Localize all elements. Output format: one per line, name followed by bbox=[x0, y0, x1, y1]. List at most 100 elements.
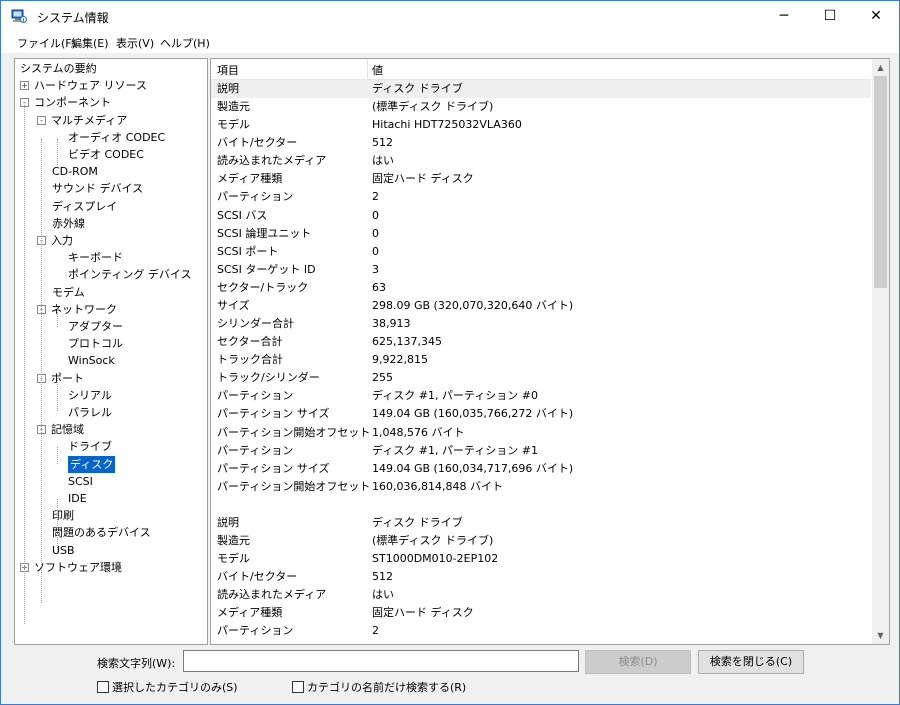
row-item-name: モデル bbox=[217, 552, 250, 566]
tree-item[interactable]: ポート bbox=[51, 370, 84, 387]
tree-item[interactable]: SCSI bbox=[68, 473, 93, 490]
list-row[interactable]: パーティション開始オフセット 160,036,814,848 バイト bbox=[211, 478, 871, 496]
search-input[interactable] bbox=[183, 650, 579, 672]
list-row[interactable]: パーティション 2 bbox=[211, 188, 871, 206]
row-item-value: 2 bbox=[372, 190, 379, 204]
list-row[interactable]: 説明 ディスク ドライブ bbox=[211, 80, 871, 98]
search-bar: 検索文字列(W): 検索(D) 検索を閉じる(C) 選択したカテゴリのみ(S) … bbox=[1, 645, 899, 704]
list-row[interactable]: SCSI バス 0 bbox=[211, 207, 871, 225]
tree-item[interactable]: IDE bbox=[68, 490, 87, 507]
checkbox-icon[interactable] bbox=[292, 681, 304, 693]
category-names-only-checkbox[interactable]: カテゴリの名前だけ検索する(R) bbox=[292, 679, 466, 695]
list-row[interactable]: モデル Hitachi HDT725032VLA360 bbox=[211, 116, 871, 134]
tree-item[interactable]: WinSock bbox=[68, 352, 115, 369]
category-tree[interactable]: システムの要約 + ハードウェア リソース - コンポーネント - マルチメディア オーディオ… bbox=[14, 58, 208, 645]
tree-item[interactable]: キーボード bbox=[68, 249, 123, 266]
row-item-value: 298.09 GB (320,070,320,640 バイト) bbox=[372, 298, 574, 312]
list-row[interactable] bbox=[211, 496, 871, 514]
close-find-button[interactable]: 検索を閉じる(C) bbox=[698, 650, 804, 674]
tree-item[interactable]: ソフトウェア環境 bbox=[34, 559, 122, 576]
tree-guide-line bbox=[57, 499, 58, 552]
tree-item[interactable]: ドライブ bbox=[68, 438, 112, 455]
scroll-thumb[interactable] bbox=[874, 76, 887, 288]
list-row[interactable]: メディア種類 固定ハード ディスク bbox=[211, 604, 871, 622]
list-row[interactable]: バイト/セクター 512 bbox=[211, 568, 871, 586]
row-item-name: トラック/シリンダー bbox=[217, 371, 320, 385]
list-row[interactable]: 説明 ディスク ドライブ bbox=[211, 514, 871, 532]
list-row[interactable]: 製造元 (標準ディスク ドライブ) bbox=[211, 98, 871, 116]
list-row[interactable]: トラック/シリンダー 255 bbox=[211, 369, 871, 387]
menu-file[interactable]: ファイル(F) bbox=[17, 35, 76, 51]
menu-help[interactable]: ヘルプ(H) bbox=[160, 35, 210, 51]
tree-item[interactable]: シリアル bbox=[68, 387, 112, 404]
selected-category-only-checkbox[interactable]: 選択したカテゴリのみ(S) bbox=[97, 679, 238, 695]
list-row[interactable]: パーティション 2 bbox=[211, 622, 871, 640]
row-item-name: 読み込まれたメディア bbox=[217, 154, 327, 168]
column-separator[interactable] bbox=[367, 59, 368, 79]
tree-item[interactable]: 記憶域 bbox=[51, 421, 84, 438]
title-bar[interactable]: システム情報 ─ ☐ ✕ bbox=[1, 1, 899, 31]
list-row[interactable]: パーティション サイズ 149.04 GB (160,034,717,696 バイ… bbox=[211, 460, 871, 478]
list-row[interactable]: パーティション開始オフセット 1,048,576 バイト bbox=[211, 424, 871, 442]
scroll-up-icon[interactable]: ▲ bbox=[872, 59, 889, 76]
tree-item[interactable]: 入力 bbox=[51, 232, 73, 249]
list-row[interactable]: シリンダー合計 38,913 bbox=[211, 315, 871, 333]
list-row[interactable]: SCSI 論理ユニット 0 bbox=[211, 225, 871, 243]
tree-item[interactable]: システムの要約 bbox=[20, 60, 97, 77]
tree-item[interactable]: USB bbox=[52, 542, 75, 559]
row-item-value: ディスク ドライブ bbox=[372, 515, 463, 529]
expand-icon[interactable]: + bbox=[20, 81, 29, 91]
column-header-value[interactable]: 値 bbox=[372, 62, 383, 78]
tree-item[interactable]: サウンド デバイス bbox=[52, 180, 143, 197]
list-row[interactable]: メディア種類 固定ハード ディスク bbox=[211, 170, 871, 188]
list-row[interactable]: 読み込まれたメディア はい bbox=[211, 586, 871, 604]
row-item-name: メディア種類 bbox=[217, 172, 283, 186]
minimize-button[interactable]: ─ bbox=[761, 1, 807, 31]
checkbox-icon[interactable] bbox=[97, 681, 109, 693]
list-row[interactable]: トラック合計 9,922,815 bbox=[211, 351, 871, 369]
tree-item[interactable]: 印刷 bbox=[52, 507, 74, 524]
collapse-icon[interactable]: - bbox=[37, 115, 46, 125]
tree-item[interactable]: モデム bbox=[52, 284, 85, 301]
tree-item[interactable]: マルチメディア bbox=[51, 112, 127, 129]
tree-item[interactable]: ネットワーク bbox=[51, 301, 117, 318]
list-row[interactable]: バイト/セクター 512 bbox=[211, 134, 871, 152]
tree-item[interactable]: ディスプレイ bbox=[52, 198, 117, 215]
tree-item[interactable]: パラレル bbox=[68, 404, 112, 421]
tree-item[interactable]: ディスク bbox=[66, 454, 117, 474]
menu-view[interactable]: 表示(V) bbox=[116, 35, 154, 51]
tree-item[interactable]: プロトコル bbox=[68, 335, 123, 352]
list-row[interactable]: サイズ 298.09 GB (320,070,320,640 バイト) bbox=[211, 297, 871, 315]
list-row[interactable]: パーティション サイズ 149.04 GB (160,035,766,272 バイ… bbox=[211, 405, 871, 423]
row-item-name: シリンダー合計 bbox=[217, 317, 294, 331]
list-row[interactable]: セクター/トラック 63 bbox=[211, 279, 871, 297]
tree-item[interactable]: CD-ROM bbox=[52, 163, 98, 180]
tree-item[interactable]: ビデオ CODEC bbox=[68, 146, 144, 163]
tree-item[interactable]: コンポーネント bbox=[34, 94, 111, 111]
list-row[interactable]: SCSI ターゲット ID 3 bbox=[211, 261, 871, 279]
vertical-scrollbar[interactable]: ▲ ▼ bbox=[872, 59, 889, 644]
list-row[interactable]: 製造元 (標準ディスク ドライブ) bbox=[211, 532, 871, 550]
tree-item[interactable]: 赤外線 bbox=[52, 215, 85, 232]
list-row[interactable]: パーティション ディスク #1, パーティション #0 bbox=[211, 387, 871, 405]
list-row[interactable]: モデル ST1000DM010-2EP102 bbox=[211, 550, 871, 568]
find-button[interactable]: 検索(D) bbox=[585, 650, 691, 674]
tree-item[interactable]: ポインティング デバイス bbox=[68, 266, 192, 283]
scroll-down-icon[interactable]: ▼ bbox=[872, 627, 889, 644]
maximize-button[interactable]: ☐ bbox=[807, 1, 853, 31]
tree-item[interactable]: オーディオ CODEC bbox=[68, 129, 165, 146]
tree-item[interactable]: ハードウェア リソース bbox=[34, 77, 147, 94]
tree-item[interactable]: アダプター bbox=[68, 318, 123, 335]
list-row[interactable]: SCSI ポート 0 bbox=[211, 243, 871, 261]
row-item-value: 160,036,814,848 バイト bbox=[372, 479, 503, 493]
tree-item[interactable]: 問題のあるデバイス bbox=[52, 524, 151, 541]
system-info-app-icon bbox=[11, 9, 27, 23]
close-button[interactable]: ✕ bbox=[853, 1, 899, 31]
list-row[interactable]: パーティション ディスク #1, パーティション #1 bbox=[211, 442, 871, 460]
row-item-name: パーティション サイズ bbox=[217, 461, 330, 475]
list-row[interactable]: 読み込まれたメディア はい bbox=[211, 152, 871, 170]
list-row[interactable]: セクター合計 625,137,345 bbox=[211, 333, 871, 351]
details-list[interactable]: 項目 値 説明 ディスク ドライブ 製造元 (標準ディスク ドライブ) モデル Hitac… bbox=[210, 58, 890, 645]
menu-edit[interactable]: 編集(E) bbox=[71, 35, 109, 51]
column-header-item[interactable]: 項目 bbox=[217, 62, 239, 78]
